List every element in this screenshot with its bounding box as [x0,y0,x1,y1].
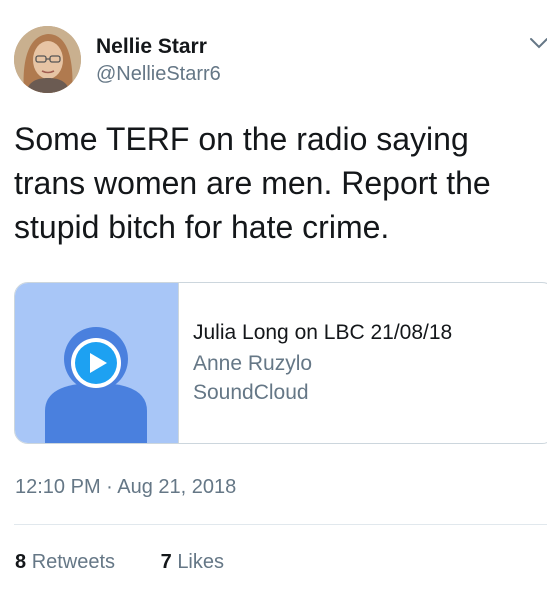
retweet-count: 8 [15,551,27,573]
card-title: Julia Long on LBC 21/08/18 [193,321,453,344]
card-media[interactable] [15,283,179,443]
card-thumbnail [45,327,147,443]
play-icon[interactable] [71,338,121,388]
likes-stat[interactable]: 7 Likes [161,551,224,574]
divider [14,524,547,525]
like-label: Likes [177,551,225,573]
avatar[interactable] [14,26,81,93]
retweets-stat[interactable]: 8 Retweets [15,551,115,574]
tweet-stats: 8 Retweets 7 Likes [15,551,224,574]
author-handle[interactable]: @NellieStarr6 [96,63,221,86]
like-count: 7 [160,551,172,573]
link-card[interactable]: Julia Long on LBC 21/08/18 Anne Ruzylo S… [14,282,547,444]
card-author: Anne Ruzylo [193,352,313,375]
card-source: SoundCloud [193,381,309,404]
chevron-down-icon[interactable] [529,37,547,51]
tweet-text: Some TERF on the radio saying trans wome… [14,121,491,245]
tweet-timestamp[interactable]: 12:10 PM · Aug 21, 2018 [15,476,236,499]
retweet-label: Retweets [31,551,116,573]
author-name[interactable]: Nellie Starr [96,35,207,59]
tweet-header: Nellie Starr @NellieStarr6 [0,0,547,110]
